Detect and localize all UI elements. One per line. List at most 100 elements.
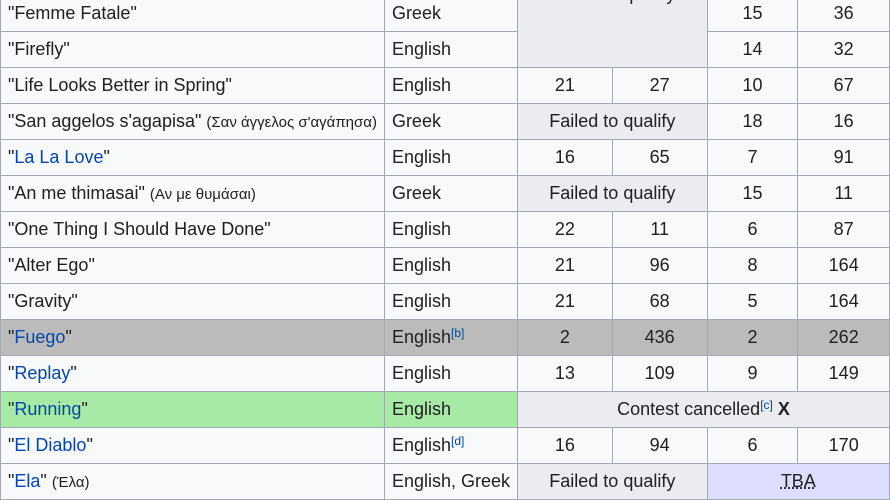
failed-to-qualify-cell: Failed to qualify — [517, 103, 708, 140]
footnote-link[interactable]: [b] — [451, 326, 464, 340]
song-cell: "Fuego" — [0, 319, 385, 356]
final-place: 6 — [706, 211, 799, 248]
table-row: "El Diablo" English[d] 16 94 6 170 — [0, 427, 890, 464]
table-row: "Gravity" English 21 68 5 164 — [0, 283, 890, 320]
language-cell: English, Greek — [383, 463, 519, 500]
semi-points: 436 — [611, 319, 708, 356]
final-place: 8 — [706, 247, 799, 284]
song-title-link[interactable]: Ela — [14, 471, 40, 491]
tba-cell: TBA — [706, 463, 890, 500]
semi-points: 27 — [611, 67, 708, 104]
table-row: "Replay" English 13 109 9 149 — [0, 355, 890, 392]
final-place: 2 — [706, 319, 799, 356]
final-points: 91 — [797, 139, 890, 176]
results-table: "Femme Fatale" Greek Failed to qualify 1… — [0, 0, 890, 500]
failed-to-qualify-cell: Failed to qualify — [517, 0, 708, 68]
semi-points: 94 — [611, 427, 708, 464]
song-cell: "An me thimasai" (Αν με θυμάσαι) — [0, 175, 385, 212]
cancelled-label: Contest cancelled — [617, 399, 761, 419]
table-row: "San aggelos s'agapisa" (Σαν άγγελος σ'α… — [0, 103, 890, 140]
language-cell: Greek — [383, 175, 519, 212]
footnote-ref[interactable]: [d] — [451, 434, 464, 448]
language-cell: English — [383, 139, 519, 176]
language-cell: Greek — [383, 0, 519, 32]
song-cell: "San aggelos s'agapisa" (Σαν άγγελος σ'α… — [0, 103, 385, 140]
language-cell: English — [383, 391, 519, 428]
failed-label: Failed to qualify — [525, 0, 700, 5]
song-title-link[interactable]: Running — [14, 399, 81, 419]
language-cell: English — [383, 211, 519, 248]
table-row: "An me thimasai" (Αν με θυμάσαι) Greek F… — [0, 175, 890, 212]
final-place: 5 — [706, 283, 799, 320]
table-row-highlighted: "Fuego" English[b] 2 436 2 262 — [0, 319, 890, 356]
cancelled-mark: X — [777, 399, 790, 419]
song-title-link[interactable]: Replay — [14, 363, 70, 383]
language-text: English — [391, 327, 451, 347]
semi-points: 109 — [611, 355, 708, 392]
page: { "failed_label": "Failed to qualify", "… — [0, 0, 890, 500]
table-row: "Life Looks Better in Spring" English 21… — [0, 67, 890, 104]
table-row: "Femme Fatale" Greek Failed to qualify 1… — [0, 0, 890, 68]
song-alt-title: (Έλα) — [51, 474, 90, 491]
song-cell: "Life Looks Better in Spring" — [0, 67, 385, 104]
song-cell: "El Diablo" — [0, 427, 385, 464]
table-row: "Running" English Contest cancelled[c] X — [0, 391, 890, 428]
final-points: 67 — [797, 67, 890, 104]
language-cell: Greek — [383, 103, 519, 140]
song-cell: "One Thing I Should Have Done" — [0, 211, 385, 248]
tba-label[interactable]: TBA — [781, 471, 816, 491]
song-title: One Thing I Should Have Done — [14, 219, 265, 239]
semi-place: 21 — [517, 283, 613, 320]
language-text: English — [391, 435, 451, 455]
song-cell: "Alter Ego" — [0, 247, 385, 284]
song-title: Femme Fatale — [14, 3, 131, 23]
semi-place: 16 — [517, 427, 613, 464]
language-cell: English — [383, 31, 519, 68]
final-place: 7 — [706, 139, 799, 176]
final-points: 36 — [797, 0, 890, 32]
semi-points: 65 — [611, 139, 708, 176]
failed-to-qualify-cell: Failed to qualify — [517, 175, 708, 212]
footnote-link[interactable]: [d] — [451, 434, 464, 448]
final-place: 9 — [706, 355, 799, 392]
semi-place: 16 — [517, 139, 613, 176]
language-cell: English[b] — [383, 319, 519, 356]
language-cell: English — [383, 355, 519, 392]
footnote-ref[interactable]: [c] — [760, 398, 773, 412]
final-place: 6 — [706, 427, 799, 464]
song-alt-title: (Σαν άγγελος σ'αγάπησα) — [206, 114, 377, 131]
language-cell: English — [383, 283, 519, 320]
footnote-link[interactable]: [c] — [760, 398, 773, 412]
language-cell: English — [383, 67, 519, 104]
final-points: 170 — [797, 427, 890, 464]
table-row: "One Thing I Should Have Done" English 2… — [0, 211, 890, 248]
song-title: Alter Ego — [14, 255, 89, 275]
final-points: 87 — [797, 211, 890, 248]
semi-points: 68 — [611, 283, 708, 320]
table-row: "Ela" (Έλα) English, Greek Failed to qua… — [0, 463, 890, 500]
final-points: 11 — [797, 175, 890, 212]
final-points: 32 — [797, 31, 890, 68]
footnote-ref[interactable]: [b] — [451, 326, 464, 340]
semi-points: 96 — [611, 247, 708, 284]
table-row: "La La Love" English 16 65 7 91 — [0, 139, 890, 176]
language-cell: English[d] — [383, 427, 519, 464]
song-cell: "Replay" — [0, 355, 385, 392]
song-title-link[interactable]: Fuego — [14, 327, 65, 347]
song-cell: "Gravity" — [0, 283, 385, 320]
table-row: "Alter Ego" English 21 96 8 164 — [0, 247, 890, 284]
song-title-link[interactable]: La La Love — [14, 147, 103, 167]
final-place: 14 — [706, 31, 799, 68]
semi-place: 13 — [517, 355, 613, 392]
contest-cancelled-cell: Contest cancelled[c] X — [517, 391, 890, 428]
song-title: Firefly — [14, 39, 64, 59]
song-cell: "Firefly" — [0, 31, 385, 68]
song-title-link[interactable]: El Diablo — [14, 435, 86, 455]
semi-place: 22 — [517, 211, 613, 248]
final-place: 10 — [706, 67, 799, 104]
semi-points: 11 — [611, 211, 708, 248]
semi-place: 21 — [517, 67, 613, 104]
final-points: 16 — [797, 103, 890, 140]
table-row: "Firefly" English 14 32 — [0, 31, 890, 68]
semi-place: 2 — [517, 319, 613, 356]
